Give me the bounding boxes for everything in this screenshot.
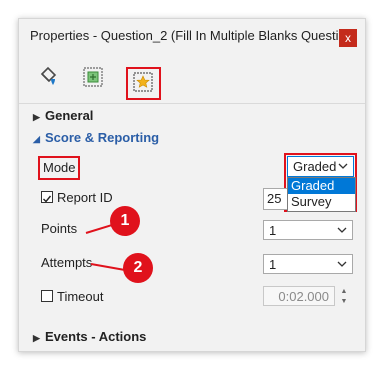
title-bar: Properties - Question_2 (Fill In Multipl… bbox=[19, 19, 365, 53]
section-score-reporting-label: Score & Reporting bbox=[45, 130, 160, 145]
timeout-checkbox[interactable] bbox=[41, 290, 53, 302]
mode-select-value: Graded bbox=[293, 159, 337, 174]
selected-tab-highlight bbox=[126, 67, 161, 100]
chevron-down-icon bbox=[337, 224, 347, 239]
callout-badge-2: 2 bbox=[123, 253, 153, 283]
close-button[interactable]: x bbox=[339, 29, 357, 47]
report-id-checkbox[interactable] bbox=[41, 191, 53, 203]
mode-option-survey[interactable]: Survey bbox=[288, 194, 355, 210]
paint-bucket-icon[interactable] bbox=[37, 65, 61, 89]
section-general[interactable]: ▶ General bbox=[33, 108, 93, 123]
points-label: Points bbox=[41, 221, 78, 236]
callout-arrow-2 bbox=[90, 263, 124, 271]
spin-up-icon[interactable]: ▲ bbox=[338, 287, 350, 296]
timeout-input[interactable]: 0:02.000 ▲ ▼ bbox=[263, 286, 347, 306]
timeout-label: Timeout bbox=[57, 289, 104, 304]
collapse-triangle-icon: ◢ bbox=[33, 134, 40, 144]
chevron-down-icon bbox=[337, 258, 347, 273]
attempts-select[interactable]: 1 bbox=[263, 254, 353, 274]
chevron-down-icon bbox=[338, 160, 348, 175]
expand-triangle-icon: ▶ bbox=[33, 112, 40, 122]
section-events-actions[interactable]: ▶ Events - Actions bbox=[33, 329, 146, 344]
points-select[interactable]: 1 bbox=[263, 220, 353, 240]
section-events-actions-label: Events - Actions bbox=[45, 329, 147, 344]
timeout-value: 0:02.000 bbox=[278, 289, 329, 304]
expand-triangle-icon: ▶ bbox=[33, 333, 40, 343]
properties-toolbar bbox=[19, 53, 365, 104]
section-general-label: General bbox=[45, 108, 94, 123]
report-id-value: 25 bbox=[267, 191, 282, 206]
report-id-input[interactable]: 25 bbox=[263, 188, 287, 210]
spin-down-icon[interactable]: ▼ bbox=[338, 297, 350, 306]
mode-dropdown-list: Graded Survey bbox=[287, 177, 356, 212]
attempts-label: Attempts bbox=[41, 255, 93, 270]
report-id-label: Report ID bbox=[57, 190, 113, 205]
properties-panel: Properties - Question_2 (Fill In Multipl… bbox=[18, 18, 366, 352]
image-frame-icon[interactable] bbox=[81, 65, 105, 89]
window-title: Properties - Question_2 (Fill In Multipl… bbox=[30, 28, 358, 43]
mode-option-graded[interactable]: Graded bbox=[288, 178, 355, 194]
mode-label: Mode bbox=[43, 160, 76, 175]
checkmark-icon bbox=[43, 195, 52, 203]
section-score-reporting[interactable]: ◢ Score & Reporting bbox=[33, 130, 159, 145]
attempts-select-value: 1 bbox=[269, 257, 277, 272]
points-select-value: 1 bbox=[269, 223, 277, 238]
mode-select[interactable]: Graded bbox=[287, 156, 354, 177]
callout-badge-1: 1 bbox=[110, 206, 140, 236]
